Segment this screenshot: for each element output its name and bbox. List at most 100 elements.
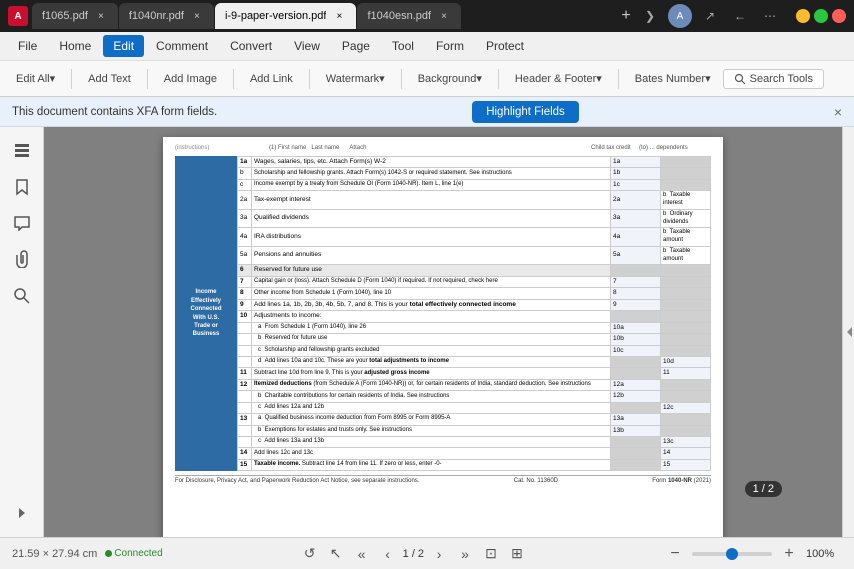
tool-label-add-link: Add Link [250,73,293,85]
page-badge: 1 / 2 [745,481,782,497]
table-row: 1a Wages, salaries, tips, etc. Attach Fo… [238,156,711,167]
menu-item-view[interactable]: View [284,35,330,57]
table-row: 14 Add lines 12c and 13c 14 [238,448,711,459]
table-row: 13 a Qualified business income deduction… [238,414,711,425]
connected-status: Connected [105,548,162,559]
tool-separator-5 [498,69,499,89]
tool-background[interactable]: Background▾ [410,69,490,88]
prev-page-button[interactable]: ‹ [377,543,399,565]
pdf-cat-no: Cat. No. 11360D [514,478,558,486]
tab-tab4[interactable]: f1040esn.pdf× [357,3,461,29]
with-us-label: With U.S. [193,314,219,322]
back-button[interactable]: ← [728,4,752,28]
pdf-content: (instructions) (1) First name Last name … [163,137,723,537]
income-section-label: Income Effectively Connected With U.S. T… [175,156,237,472]
sidebar-attach-icon[interactable] [6,243,38,275]
next-page-button[interactable]: › [428,543,450,565]
search-tools-label: Search Tools [750,73,813,85]
minimize-button[interactable] [796,9,810,23]
close-button[interactable] [832,9,846,23]
document-page: (instructions) (1) First name Last name … [163,137,723,537]
menu-item-file[interactable]: File [8,35,47,57]
more-options-button[interactable]: ⋯ [758,4,782,28]
tool-separator-1 [147,69,148,89]
table-row: b Exemptions for estates and trusts only… [238,425,711,436]
document-scroll-area[interactable]: (instructions) (1) First name Last name … [44,127,842,537]
toggle-view-button[interactable]: ⊞ [506,543,528,565]
table-row: 11 Subtract line 10d from line 9. This i… [238,368,711,379]
right-sidebar-toggle[interactable] [842,127,854,537]
title-bar-left: A f1065.pdf×f1040nr.pdf×i-9-paper-versio… [8,3,638,29]
menu-item-protect[interactable]: Protect [476,35,534,57]
tool-add-text[interactable]: Add Text [80,70,139,88]
pdf-right-headers: Child tax credit (to) ... dependents [591,145,711,153]
tab-tab2[interactable]: f1040nr.pdf × [119,3,214,29]
first-page-button[interactable]: « [351,543,373,565]
cursor-button[interactable]: ↖ [325,543,347,565]
search-tools-button[interactable]: Search Tools [723,69,824,89]
menu-item-home[interactable]: Home [49,35,101,57]
zoom-controls: − + 100% [664,543,842,565]
fit-page-button[interactable]: ⊡ [480,543,502,565]
tool-separator-4 [401,69,402,89]
sidebar-bookmark-icon[interactable] [6,171,38,203]
rotate-left-button[interactable]: ↺ [299,543,321,565]
menu-item-comment[interactable]: Comment [146,35,218,57]
table-row: 6 Reserved for future use [238,265,711,276]
more-tabs-button[interactable]: ❯ [638,4,662,28]
income-label: Income [195,288,216,296]
tab-close-tab1[interactable]: × [94,9,108,23]
zoom-level: 100% [806,548,842,560]
tool-add-link[interactable]: Add Link [242,70,301,88]
zoom-slider[interactable] [692,552,772,556]
menu-item-tool[interactable]: Tool [382,35,424,57]
new-tab-button[interactable]: + [614,4,638,28]
table-row: d Add lines 10a and 10c. These are your … [238,356,711,367]
highlight-fields-button[interactable]: Highlight Fields [472,101,579,123]
tab-close-tab3[interactable]: × [332,9,346,23]
maximize-button[interactable] [814,9,828,23]
table-row: a From Schedule 1 (Form 1040), line 26 1… [238,322,711,333]
tool-label-bates-number: Bates Number▾ [635,72,711,85]
tab-tab3[interactable]: i-9-paper-version.pdf× [215,3,357,29]
zoom-out-button[interactable]: − [664,543,686,565]
tab-close-tab4[interactable]: × [437,9,451,23]
document-container: (instructions) (1) First name Last name … [44,127,842,537]
notification-close-button[interactable]: × [834,104,842,120]
last-page-button[interactable]: » [454,543,476,565]
tab-tab1[interactable]: f1065.pdf × [32,3,118,29]
table-row: 2a Tax-exempt interest 2a b Taxable inte… [238,191,711,210]
tool-add-image[interactable]: Add Image [156,70,225,88]
profile-icon[interactable]: A [668,4,692,28]
sidebar-comment-icon[interactable] [6,207,38,239]
connected-label: Connected [114,548,162,559]
status-bar-left: 21.59 × 27.94 cm Connected [12,548,163,560]
tool-edit-all[interactable]: Edit All▾ [8,69,63,88]
menu-item-form[interactable]: Form [426,35,474,57]
zoom-in-button[interactable]: + [778,543,800,565]
table-row: c Add lines 12a and 12b 12c [238,402,711,413]
pdf-instructions-note: (instructions) [175,145,265,153]
tab-label: f1065.pdf [42,10,88,22]
tool-label-background: Background▾ [418,72,482,85]
pdf-income-section: Income Effectively Connected With U.S. T… [175,156,711,472]
sidebar-collapse-icon[interactable] [6,497,38,529]
income-table: 1a Wages, salaries, tips, etc. Attach Fo… [237,156,711,472]
tool-header-footer[interactable]: Header & Footer▾ [507,69,610,88]
zoom-thumb [726,548,738,560]
menu-item-page[interactable]: Page [332,35,380,57]
menu-item-convert[interactable]: Convert [220,35,282,57]
tool-bates-number[interactable]: Bates Number▾ [627,69,719,88]
tool-label-edit-all: Edit All▾ [16,72,55,85]
tool-label-add-text: Add Text [88,73,131,85]
connected-label: Connected [190,305,221,313]
share-button[interactable]: ↗ [698,4,722,28]
sidebar-pages-icon[interactable] [6,135,38,167]
table-row: c Add lines 13a and 13b 13c [238,437,711,448]
sidebar-search-icon[interactable] [6,279,38,311]
menu-item-edit[interactable]: Edit [103,35,144,57]
tab-label: f1040nr.pdf [129,10,184,22]
tool-watermark[interactable]: Watermark▾ [318,69,393,88]
tab-close-tab2[interactable]: × [190,9,204,23]
pdf-column-headers: (1) First name Last name Attach [269,145,587,153]
